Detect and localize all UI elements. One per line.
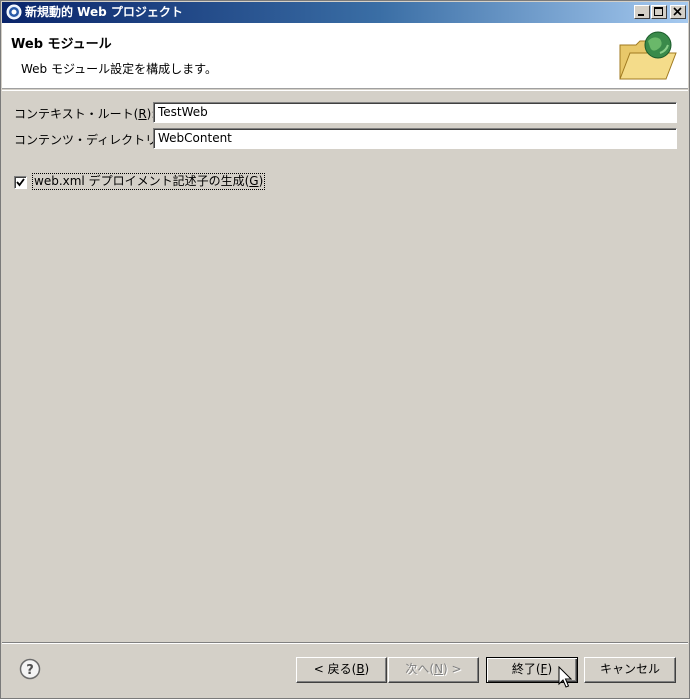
help-icon[interactable]: ? (19, 658, 41, 680)
mouse-pointer-icon (558, 666, 572, 688)
maximize-icon (654, 7, 663, 16)
close-icon (673, 7, 682, 16)
page-description: Web モジュール設定を構成します。 (21, 62, 217, 76)
window-title: 新規動的 Web プロジェクト (25, 5, 183, 19)
maximize-button[interactable] (651, 5, 667, 19)
cancel-button[interactable]: キャンセル (584, 657, 676, 683)
minimize-icon (638, 14, 644, 16)
folder-globe-icon (619, 31, 677, 80)
minimize-button[interactable] (634, 5, 650, 19)
content-directory-input[interactable]: WebContent (153, 128, 677, 149)
title-bar[interactable]: 新規動的 Web プロジェクト (2, 2, 688, 23)
wizard-dialog: 新規動的 Web プロジェクト Web モジュール Web モジュール設定を構成… (0, 0, 690, 699)
generate-dd-checkbox[interactable] (14, 176, 27, 189)
context-root-input[interactable]: TestWeb (153, 102, 677, 123)
back-button[interactable]: < 戻る(B) (296, 657, 387, 683)
close-button[interactable] (670, 5, 686, 19)
eclipse-icon (6, 4, 22, 20)
svg-text:?: ? (26, 663, 34, 678)
generate-dd-label[interactable]: web.xml デプロイメント記述子の生成(G) (32, 173, 266, 190)
next-button[interactable]: 次へ(N) > (388, 657, 479, 683)
checkmark-icon (16, 178, 25, 187)
button-bar-divider (2, 642, 688, 644)
page-title: Web モジュール (11, 37, 112, 52)
wizard-header: Web モジュール Web モジュール設定を構成します。 (2, 23, 688, 89)
context-root-label: コンテキスト・ルート(R): (14, 107, 156, 121)
header-divider (2, 90, 688, 91)
